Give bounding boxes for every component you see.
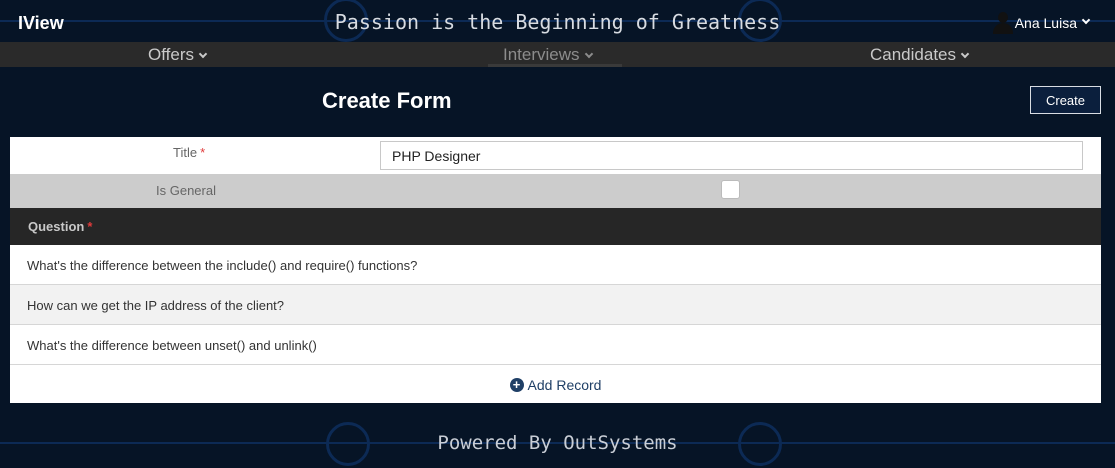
user-menu[interactable]: Ana Luisa: [992, 12, 1091, 34]
nav-item-label: Candidates: [870, 45, 957, 64]
chevron-down-icon: [960, 49, 970, 59]
chevron-down-icon: [198, 49, 208, 59]
title-input[interactable]: [380, 141, 1083, 170]
nav-item-offers[interactable]: Offers: [148, 45, 208, 65]
add-record-label: Add Record: [527, 376, 602, 393]
table-row[interactable]: What's the difference between unset() an…: [10, 325, 1101, 365]
main-nav: Offers Interviews Candidates: [0, 42, 1115, 67]
active-nav-indicator: [488, 64, 622, 67]
question-text: What's the difference between unset() an…: [27, 338, 317, 353]
user-name: Ana Luisa: [1014, 15, 1077, 31]
is-general-label: Is General: [156, 183, 216, 198]
is-general-row: Is General: [10, 174, 1101, 208]
question-text: How can we get the IP address of the cli…: [27, 298, 285, 313]
question-text: What's the difference between the includ…: [27, 258, 418, 273]
header-slogan: Passion is the Beginning of Greatness: [334, 10, 781, 34]
chevron-down-icon: [1081, 15, 1091, 25]
required-marker: *: [87, 219, 93, 234]
chevron-down-icon: [584, 49, 593, 59]
table-row[interactable]: How can we get the IP address of the cli…: [10, 285, 1101, 325]
title-label: Title *: [173, 145, 206, 160]
app-header: IView Passion is the Beginning of Greatn…: [0, 0, 1115, 42]
add-record-button[interactable]: + Add Record: [10, 366, 1101, 403]
nav-item-candidates[interactable]: Candidates: [870, 45, 970, 65]
nav-item-label: Offers: [148, 45, 194, 64]
plus-circle-icon: +: [509, 377, 524, 392]
required-marker: *: [200, 145, 206, 160]
nav-item-label: Interviews: [503, 45, 580, 64]
form-card: Title* Is General Question* What's the d…: [10, 137, 1101, 403]
table-row[interactable]: What's the difference between the includ…: [10, 245, 1101, 285]
is-general-checkbox[interactable]: [721, 180, 740, 199]
title-row: Title *: [10, 137, 1101, 174]
page-title: Create Form: [322, 88, 452, 113]
footer-powered-by: Powered By OutSystems: [437, 432, 678, 454]
user-avatar-icon: [992, 12, 1013, 34]
nav-item-interviews[interactable]: Interviews: [503, 45, 593, 65]
question-column-header[interactable]: Question *: [28, 219, 92, 234]
create-button[interactable]: Create: [1030, 86, 1101, 114]
question-table-header: Question *: [10, 208, 1101, 245]
